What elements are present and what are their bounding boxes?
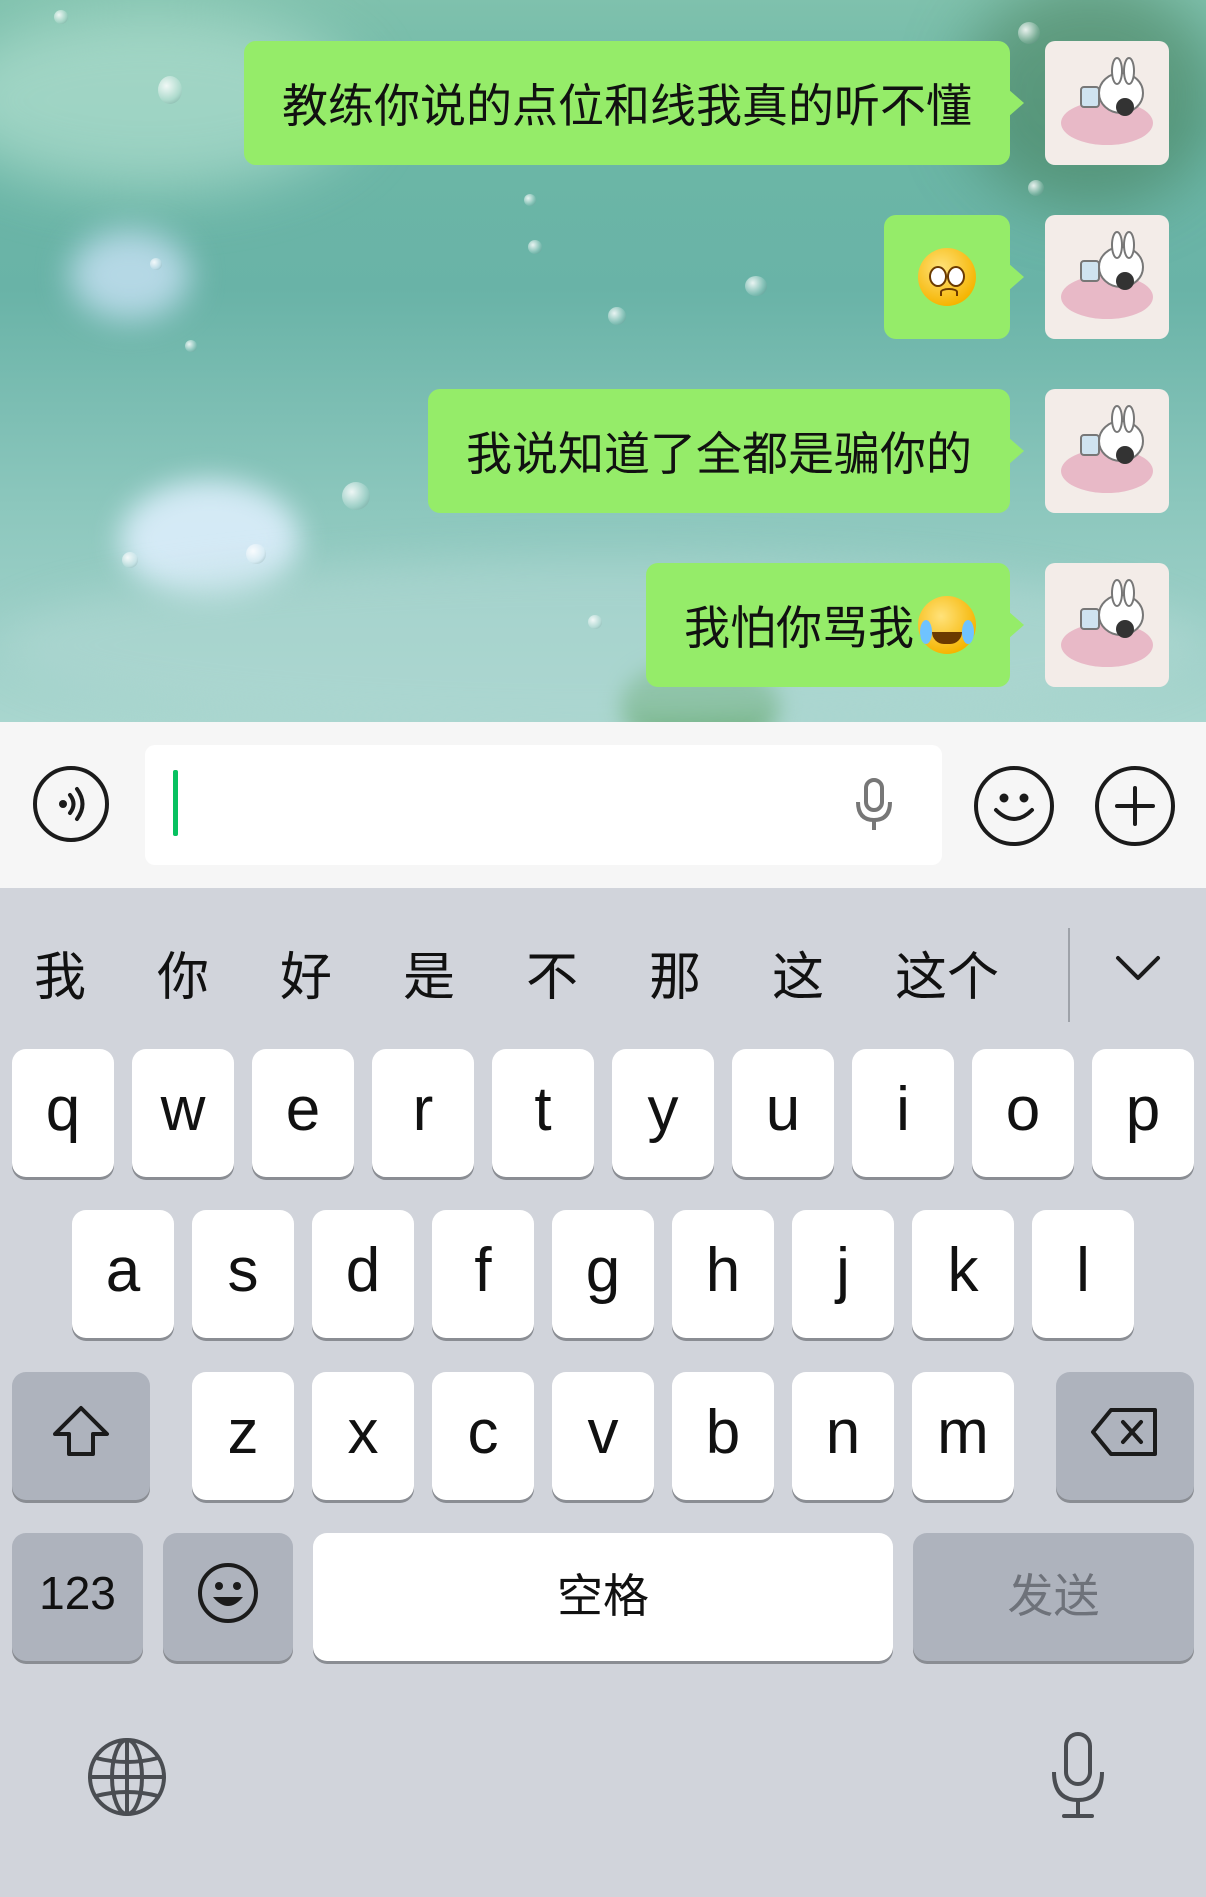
bunny-avatar-icon <box>1061 231 1153 319</box>
key-r[interactable]: r <box>372 1049 474 1177</box>
raindrop <box>150 258 162 270</box>
key-a[interactable]: a <box>72 1210 174 1338</box>
bunny-avatar-icon <box>1061 579 1153 667</box>
raindrop <box>1028 180 1044 196</box>
raindrop <box>158 76 182 104</box>
shift-key[interactable] <box>12 1372 150 1500</box>
key-f[interactable]: f <box>432 1210 534 1338</box>
key-g[interactable]: g <box>552 1210 654 1338</box>
raindrop <box>185 340 197 352</box>
key-e[interactable]: e <box>252 1049 354 1177</box>
voice-toggle-button[interactable] <box>33 766 109 842</box>
message-text: 我说知道了全都是骗你的 <box>466 427 972 481</box>
key-b[interactable]: b <box>672 1372 774 1500</box>
more-button[interactable] <box>1095 766 1175 846</box>
space-key[interactable]: 空格 <box>313 1533 893 1661</box>
key-y[interactable]: y <box>612 1049 714 1177</box>
key-s[interactable]: s <box>192 1210 294 1338</box>
candidate-word[interactable]: 这个 <box>895 935 999 1010</box>
raindrop <box>608 307 626 325</box>
message-bubble[interactable]: 教练你说的点位和线我真的听不懂 <box>244 41 1024 165</box>
key-j[interactable]: j <box>792 1210 894 1338</box>
key-q[interactable]: q <box>12 1049 114 1177</box>
key-p[interactable]: p <box>1092 1049 1194 1177</box>
raindrop <box>246 544 266 564</box>
smiley-icon <box>994 793 1034 821</box>
candidate-word[interactable]: 那 <box>649 935 701 1010</box>
key-c[interactable]: c <box>432 1372 534 1500</box>
microphone-icon[interactable] <box>852 778 896 834</box>
chevron-down-icon[interactable] <box>1112 948 1164 988</box>
key-x[interactable]: x <box>312 1372 414 1500</box>
key-m[interactable]: m <box>912 1372 1014 1500</box>
key-i[interactable]: i <box>852 1049 954 1177</box>
emoji-key[interactable] <box>163 1533 293 1661</box>
key-h[interactable]: h <box>672 1210 774 1338</box>
candidate-word[interactable]: 好 <box>280 935 332 1010</box>
tears-of-joy-emoji-icon <box>918 596 976 654</box>
key-o[interactable]: o <box>972 1049 1074 1177</box>
key-w[interactable]: w <box>132 1049 234 1177</box>
raindrop <box>524 194 536 206</box>
message-input[interactable] <box>145 745 942 865</box>
smiley-icon <box>198 1563 258 1623</box>
raindrop <box>54 10 68 24</box>
raindrop <box>528 240 542 254</box>
avatar[interactable] <box>1045 563 1169 687</box>
avatar[interactable] <box>1045 215 1169 339</box>
bunny-avatar-icon <box>1061 405 1153 493</box>
raindrop <box>1018 22 1040 44</box>
text-cursor <box>173 770 178 836</box>
message-text: 我怕你骂我 <box>684 601 914 655</box>
dictation-microphone-icon[interactable] <box>1046 1730 1110 1822</box>
raindrop <box>588 615 602 629</box>
raindrop <box>122 552 138 568</box>
key-k[interactable]: k <box>912 1210 1014 1338</box>
key-l[interactable]: l <box>1032 1210 1134 1338</box>
emoji-button[interactable] <box>974 766 1054 846</box>
send-key[interactable]: 发送 <box>913 1533 1194 1661</box>
message-bubble[interactable] <box>884 215 1024 339</box>
avatar[interactable] <box>1045 389 1169 513</box>
key-v[interactable]: v <box>552 1372 654 1500</box>
raindrop <box>745 276 767 296</box>
bunny-avatar-icon <box>1061 57 1153 145</box>
voice-icon <box>59 787 85 821</box>
message-bubble[interactable]: 我说知道了全都是骗你的 <box>428 389 1024 513</box>
globe-icon[interactable] <box>86 1736 168 1818</box>
candidate-word[interactable]: 你 <box>157 935 209 1010</box>
key-n[interactable]: n <box>792 1372 894 1500</box>
shift-icon <box>53 1406 109 1456</box>
key-d[interactable]: d <box>312 1210 414 1338</box>
candidate-word[interactable]: 是 <box>403 935 455 1010</box>
key-t[interactable]: t <box>492 1049 594 1177</box>
backspace-key[interactable] <box>1056 1372 1194 1500</box>
numbers-key[interactable]: 123 <box>12 1533 143 1661</box>
avatar[interactable] <box>1045 41 1169 165</box>
chat-area: 教练你说的点位和线我真的听不懂 我说知道了全都是骗你的 我怕你骂我 <box>0 0 1206 722</box>
backspace-icon <box>1091 1408 1157 1456</box>
candidate-word[interactable]: 我 <box>34 935 86 1010</box>
candidate-divider <box>1068 928 1070 1022</box>
flushed-face-emoji-icon <box>918 248 976 306</box>
key-u[interactable]: u <box>732 1049 834 1177</box>
plus-icon <box>1115 786 1155 826</box>
key-z[interactable]: z <box>192 1372 294 1500</box>
background-blur <box>0 560 1206 722</box>
message-text: 教练你说的点位和线我真的听不懂 <box>282 79 972 133</box>
candidate-word[interactable]: 不 <box>526 935 578 1010</box>
message-bubble[interactable]: 我怕你骂我 <box>646 563 1024 687</box>
background-blur <box>70 230 190 320</box>
candidate-word[interactable]: 这 <box>772 935 824 1010</box>
raindrop <box>342 482 370 510</box>
